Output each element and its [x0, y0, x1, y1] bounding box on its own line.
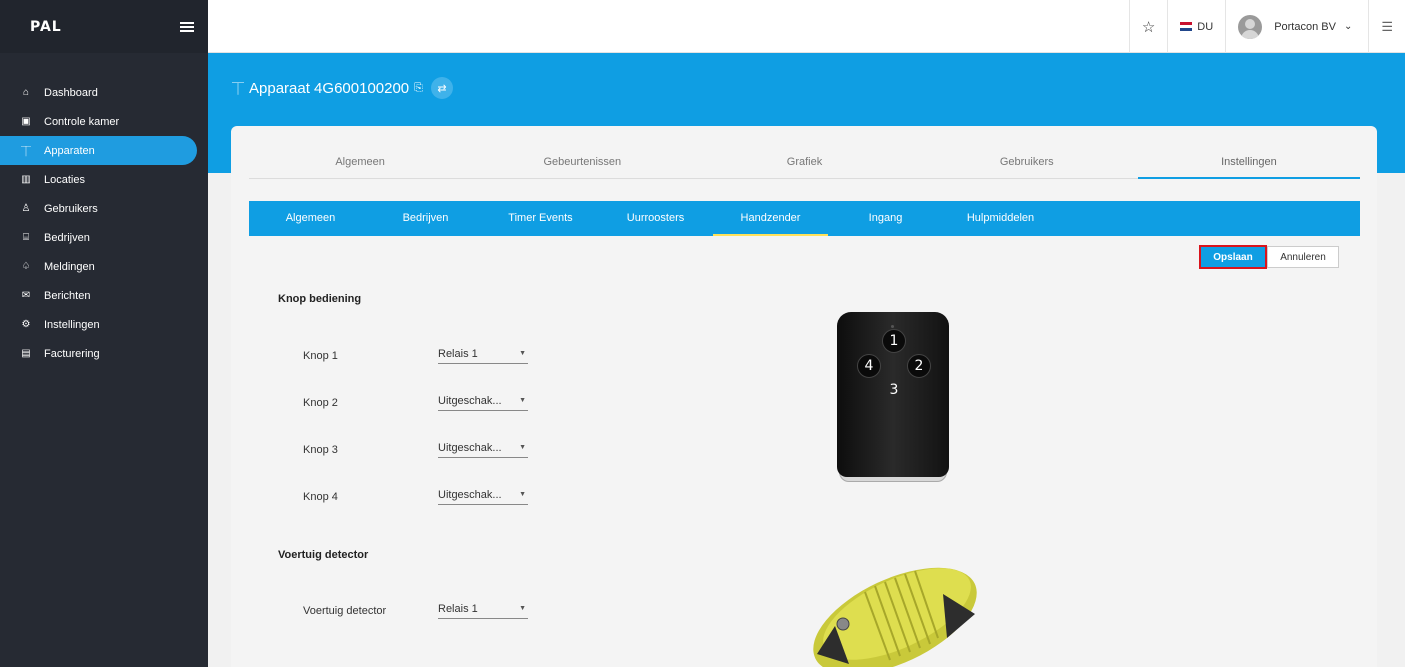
knop-1-label: Knop 1: [303, 350, 338, 362]
knop-3-label: Knop 3: [303, 444, 338, 456]
sidebar-item-berichten[interactable]: ✉ Berichten: [0, 281, 197, 310]
vehicle-detector-image: [813, 567, 977, 667]
caret-down-icon: ▼: [519, 491, 526, 498]
knop-3-select[interactable]: Uitgeschak... ▼: [438, 438, 528, 458]
select-value: Relais 1: [438, 602, 478, 615]
device-icon: ⏉: [21, 147, 31, 158]
sidebar-item-label: Locaties: [44, 173, 85, 186]
top-bar-actions: ☆ DU Portacon BV ⌄ ☰: [1128, 0, 1405, 53]
remote-button-4: 4: [857, 354, 881, 378]
subtab-hulpmiddelen[interactable]: Hulpmiddelen: [943, 201, 1058, 236]
sidebar: PAL ⌂ Dashboard ▣ Controle kamer ⏉ Appar…: [0, 0, 208, 667]
favorite-star-icon[interactable]: ☆: [1128, 0, 1167, 53]
pal-logo: PAL: [30, 18, 62, 35]
sidebar-item-instellingen[interactable]: ⚙ Instellingen: [0, 310, 197, 339]
sidebar-item-label: Meldingen: [44, 260, 95, 273]
user-name: Portacon BV: [1274, 20, 1336, 33]
sidebar-header: PAL: [0, 0, 208, 53]
remote-button-2: 2: [907, 354, 931, 378]
list-menu-icon[interactable]: ☰: [1368, 0, 1405, 53]
settings-card: Algemeen Gebeurtenissen Grafiek Gebruike…: [231, 126, 1377, 667]
tab-instellingen[interactable]: Instellingen: [1137, 146, 1361, 179]
tab-algemeen[interactable]: Algemeen: [249, 146, 471, 178]
sidebar-item-gebruikers[interactable]: ♙ Gebruikers: [0, 194, 197, 223]
sidebar-item-meldingen[interactable]: ♤ Meldingen: [0, 252, 197, 281]
top-bar: ☆ DU Portacon BV ⌄ ☰: [208, 0, 1405, 53]
sidebar-item-label: Apparaten: [44, 144, 95, 157]
remote-button-3: 3: [889, 382, 899, 398]
home-icon: ⌂: [22, 87, 30, 98]
page-title: ⏉ Apparaat 4G600100200 ⎘ ⇄: [232, 77, 453, 99]
knop-4-label: Knop 4: [303, 491, 338, 503]
subtab-algemeen[interactable]: Algemeen: [253, 201, 368, 236]
knop-1-select[interactable]: Relais 1 ▼: [438, 344, 528, 364]
subtab-handzender[interactable]: Handzender: [713, 201, 828, 236]
sidebar-nav: ⌂ Dashboard ▣ Controle kamer ⏉ Apparaten…: [0, 78, 208, 368]
voertuig-detector-label: Voertuig detector: [303, 605, 387, 617]
sidebar-item-label: Facturering: [44, 347, 100, 360]
user-icon: ♙: [21, 203, 31, 214]
map-icon: ▥: [21, 174, 31, 185]
device-icon: ⏉: [232, 81, 245, 96]
cancel-button[interactable]: Annuleren: [1267, 246, 1339, 268]
sidebar-item-bedrijven[interactable]: ⌸ Bedrijven: [0, 223, 197, 252]
tab-gebeurtenissen[interactable]: Gebeurtenissen: [471, 146, 693, 178]
sidebar-item-facturering[interactable]: ▤ Facturering: [0, 339, 197, 368]
mail-icon: ✉: [21, 290, 31, 301]
bell-icon: ♤: [21, 261, 31, 272]
save-button[interactable]: Opslaan: [1199, 245, 1267, 269]
settings-sub-tabs: Algemeen Bedrijven Timer Events Uurroost…: [249, 201, 1360, 236]
sidebar-item-label: Berichten: [44, 289, 91, 302]
sidebar-item-label: Gebruikers: [44, 202, 98, 215]
user-menu[interactable]: Portacon BV ⌄: [1225, 0, 1368, 53]
knop-4-select[interactable]: Uitgeschak... ▼: [438, 485, 528, 505]
remote-led: [891, 325, 894, 328]
select-value: Uitgeschak...: [438, 441, 502, 454]
sidebar-item-label: Dashboard: [44, 86, 98, 99]
subtab-bedrijven[interactable]: Bedrijven: [368, 201, 483, 236]
language-selector[interactable]: DU: [1167, 0, 1225, 53]
voertuig-detector-title: Voertuig detector: [278, 549, 369, 561]
control-room-icon: ▣: [21, 116, 31, 127]
caret-down-icon: ▼: [519, 397, 526, 404]
subtab-uurroosters[interactable]: Uurroosters: [598, 201, 713, 236]
knop-bediening-title: Knop bediening: [278, 293, 362, 305]
sidebar-item-label: Instellingen: [44, 318, 100, 331]
hamburger-menu-icon[interactable]: [180, 21, 194, 32]
caret-down-icon: ▼: [519, 605, 526, 612]
select-value: Uitgeschak...: [438, 394, 502, 407]
swap-button[interactable]: ⇄: [430, 77, 453, 99]
chevron-down-icon: ⌄: [1343, 21, 1353, 32]
sidebar-item-apparaten[interactable]: ⏉ Apparaten: [0, 136, 197, 165]
sidebar-item-label: Bedrijven: [44, 231, 90, 244]
sidebar-item-label: Controle kamer: [44, 115, 120, 128]
caret-down-icon: ▼: [519, 444, 526, 451]
main-tabs: Algemeen Gebeurtenissen Grafiek Gebruike…: [249, 146, 1361, 179]
language-label: DU: [1197, 20, 1214, 33]
subtab-ingang[interactable]: Ingang: [828, 201, 943, 236]
company-icon: ⌸: [23, 232, 29, 243]
remote-control-image: 1 2 3 4: [837, 312, 949, 482]
remote-button-1: 1: [882, 329, 906, 353]
gear-icon: ⚙: [21, 319, 31, 330]
knop-2-label: Knop 2: [303, 397, 338, 409]
device-title: Apparaat 4G600100200: [249, 79, 410, 97]
avatar: [1238, 14, 1263, 39]
subtab-timer-events[interactable]: Timer Events: [483, 201, 598, 236]
select-value: Uitgeschak...: [438, 488, 502, 501]
voertuig-detector-select[interactable]: Relais 1 ▼: [438, 599, 528, 619]
sidebar-item-controle-kamer[interactable]: ▣ Controle kamer: [0, 107, 197, 136]
netherlands-flag-icon: [1180, 22, 1193, 31]
tab-grafiek[interactable]: Grafiek: [693, 146, 915, 178]
invoice-icon: ▤: [21, 348, 31, 359]
caret-down-icon: ▼: [519, 350, 526, 357]
copy-icon[interactable]: ⎘: [414, 82, 423, 95]
select-value: Relais 1: [438, 347, 478, 360]
knop-2-select[interactable]: Uitgeschak... ▼: [438, 391, 528, 411]
tab-gebruikers[interactable]: Gebruikers: [916, 146, 1138, 178]
sidebar-item-locaties[interactable]: ▥ Locaties: [0, 165, 197, 194]
sidebar-item-dashboard[interactable]: ⌂ Dashboard: [0, 78, 197, 107]
